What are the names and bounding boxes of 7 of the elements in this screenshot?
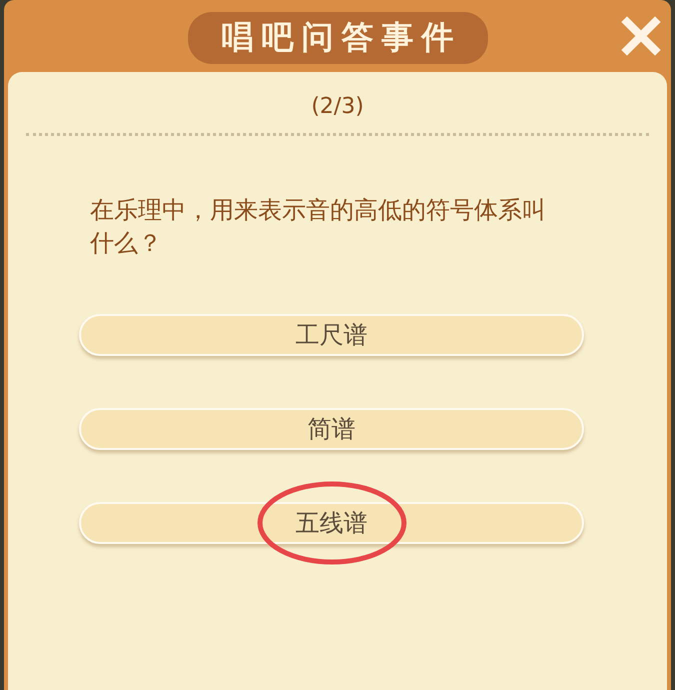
close-button[interactable] — [621, 16, 661, 56]
answer-option[interactable]: 工尺谱 — [79, 314, 584, 356]
question-text: 在乐理中，用来表示音的高低的符号体系叫什么？ — [90, 195, 547, 259]
close-icon — [621, 16, 661, 56]
dialog-title: 唱吧问答事件 — [188, 12, 488, 64]
answer-option[interactable]: 简谱 — [79, 408, 584, 450]
answer-option[interactable]: 五线谱 — [79, 502, 584, 544]
